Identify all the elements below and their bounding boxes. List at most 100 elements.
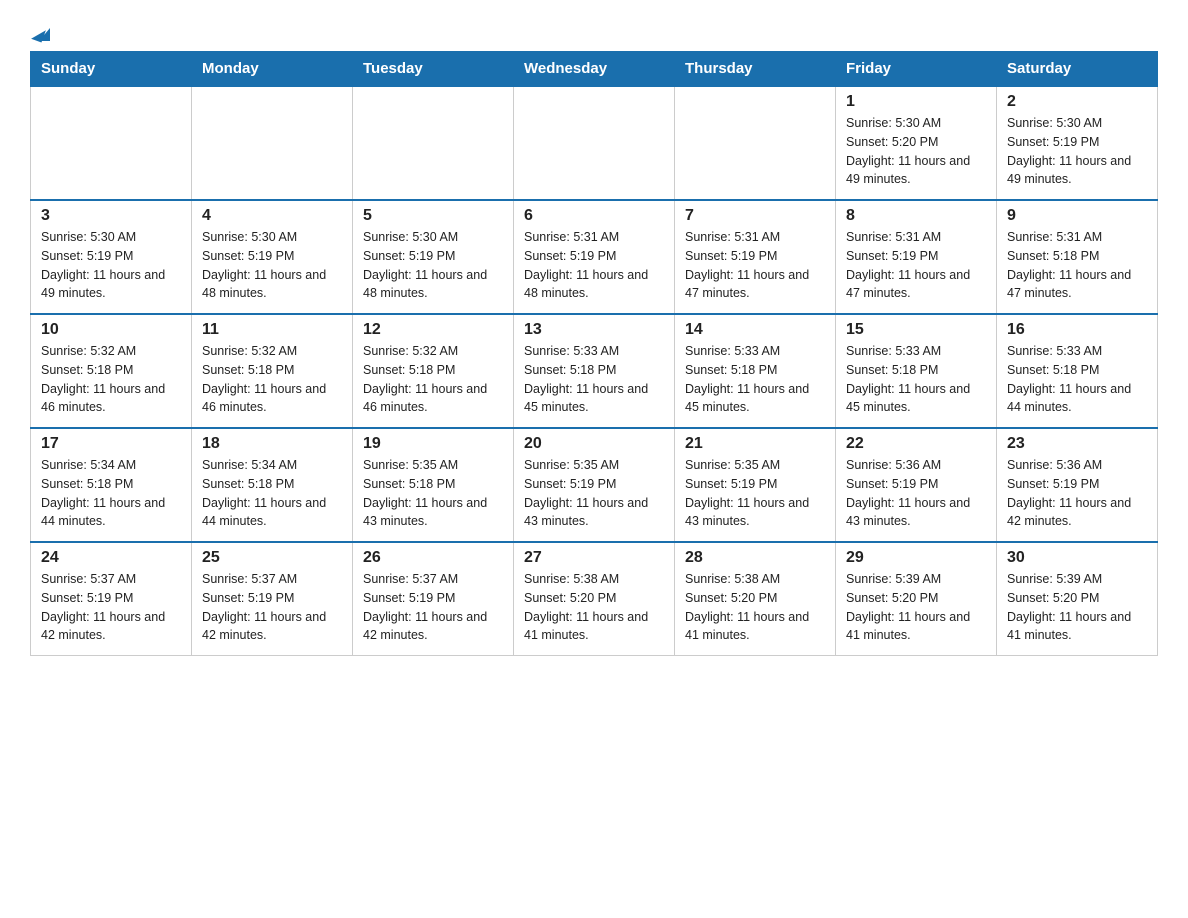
day-info: Sunrise: 5:31 AMSunset: 5:19 PMDaylight:… (685, 228, 825, 303)
col-header-tuesday: Tuesday (353, 52, 514, 87)
col-header-sunday: Sunday (31, 52, 192, 87)
calendar-cell: 20Sunrise: 5:35 AMSunset: 5:19 PMDayligh… (514, 428, 675, 542)
calendar-cell (31, 86, 192, 200)
day-number: 24 (41, 549, 181, 567)
calendar-cell: 15 Sunrise: 5:33 AMSunset: 5:18 PMDayligh… (836, 314, 997, 428)
calendar-week-row: 3 Sunrise: 5:30 AMSunset: 5:19 PMDaylight… (31, 200, 1158, 314)
day-info: Sunrise: 5:32 AMSunset: 5:18 PMDaylight:… (363, 342, 503, 417)
day-number: 22 (846, 435, 986, 453)
calendar-cell: 10 Sunrise: 5:32 AMSunset: 5:18 PMDayligh… (31, 314, 192, 428)
day-info: Sunrise: 5:37 AMSunset: 5:19 PMDaylight:… (41, 570, 181, 645)
day-number: 6 (524, 207, 664, 225)
day-info: Sunrise: 5:35 AMSunset: 5:19 PMDaylight:… (685, 456, 825, 531)
calendar-cell: 28 Sunrise: 5:38 AMSunset: 5:20 PMDayligh… (675, 542, 836, 656)
calendar-cell (192, 86, 353, 200)
day-number: 3 (41, 207, 181, 225)
calendar-week-row: 10 Sunrise: 5:32 AMSunset: 5:18 PMDayligh… (31, 314, 1158, 428)
calendar-cell: 27 Sunrise: 5:38 AMSunset: 5:20 PMDayligh… (514, 542, 675, 656)
calendar-cell: 26Sunrise: 5:37 AMSunset: 5:19 PMDayligh… (353, 542, 514, 656)
calendar-cell: 24 Sunrise: 5:37 AMSunset: 5:19 PMDayligh… (31, 542, 192, 656)
calendar-table: SundayMondayTuesdayWednesdayThursdayFrid… (30, 51, 1158, 656)
day-number: 15 (846, 321, 986, 339)
calendar-cell: 8 Sunrise: 5:31 AMSunset: 5:19 PMDaylight… (836, 200, 997, 314)
col-header-wednesday: Wednesday (514, 52, 675, 87)
calendar-cell: 5Sunrise: 5:30 AMSunset: 5:19 PMDaylight… (353, 200, 514, 314)
day-number: 1 (846, 93, 986, 111)
day-number: 17 (41, 435, 181, 453)
calendar-cell: 17 Sunrise: 5:34 AMSunset: 5:18 PMDayligh… (31, 428, 192, 542)
calendar-cell: 30 Sunrise: 5:39 AMSunset: 5:20 PMDayligh… (997, 542, 1158, 656)
day-number: 2 (1007, 93, 1147, 111)
col-header-friday: Friday (836, 52, 997, 87)
day-info: Sunrise: 5:34 AMSunset: 5:18 PMDaylight:… (41, 456, 181, 531)
calendar-cell: 25Sunrise: 5:37 AMSunset: 5:19 PMDayligh… (192, 542, 353, 656)
calendar-cell: 1 Sunrise: 5:30 AMSunset: 5:20 PMDaylight… (836, 86, 997, 200)
day-number: 28 (685, 549, 825, 567)
day-number: 21 (685, 435, 825, 453)
day-number: 7 (685, 207, 825, 225)
calendar-cell: 19Sunrise: 5:35 AMSunset: 5:18 PMDayligh… (353, 428, 514, 542)
day-info: Sunrise: 5:38 AMSunset: 5:20 PMDaylight:… (524, 570, 664, 645)
day-info: Sunrise: 5:33 AMSunset: 5:18 PMDaylight:… (524, 342, 664, 417)
day-number: 18 (202, 435, 342, 453)
calendar-cell: 2 Sunrise: 5:30 AMSunset: 5:19 PMDaylight… (997, 86, 1158, 200)
day-number: 8 (846, 207, 986, 225)
day-info: Sunrise: 5:36 AMSunset: 5:19 PMDaylight:… (846, 456, 986, 531)
calendar-week-row: 24 Sunrise: 5:37 AMSunset: 5:19 PMDayligh… (31, 542, 1158, 656)
day-info: Sunrise: 5:36 AMSunset: 5:19 PMDaylight:… (1007, 456, 1147, 531)
day-info: Sunrise: 5:37 AMSunset: 5:19 PMDaylight:… (363, 570, 503, 645)
calendar-cell: 23 Sunrise: 5:36 AMSunset: 5:19 PMDayligh… (997, 428, 1158, 542)
day-info: Sunrise: 5:38 AMSunset: 5:20 PMDaylight:… (685, 570, 825, 645)
calendar-cell (675, 86, 836, 200)
calendar-week-row: 17 Sunrise: 5:34 AMSunset: 5:18 PMDayligh… (31, 428, 1158, 542)
calendar-cell (514, 86, 675, 200)
day-info: Sunrise: 5:33 AMSunset: 5:18 PMDaylight:… (846, 342, 986, 417)
day-info: Sunrise: 5:31 AMSunset: 5:19 PMDaylight:… (524, 228, 664, 303)
day-number: 29 (846, 549, 986, 567)
day-info: Sunrise: 5:33 AMSunset: 5:18 PMDaylight:… (1007, 342, 1147, 417)
calendar-cell: 29 Sunrise: 5:39 AMSunset: 5:20 PMDayligh… (836, 542, 997, 656)
day-info: Sunrise: 5:30 AMSunset: 5:19 PMDaylight:… (363, 228, 503, 303)
day-info: Sunrise: 5:31 AMSunset: 5:19 PMDaylight:… (846, 228, 986, 303)
calendar-cell (353, 86, 514, 200)
calendar-cell: 14 Sunrise: 5:33 AMSunset: 5:18 PMDayligh… (675, 314, 836, 428)
calendar-cell: 18 Sunrise: 5:34 AMSunset: 5:18 PMDayligh… (192, 428, 353, 542)
col-header-monday: Monday (192, 52, 353, 87)
day-info: Sunrise: 5:39 AMSunset: 5:20 PMDaylight:… (1007, 570, 1147, 645)
calendar-cell: 9 Sunrise: 5:31 AMSunset: 5:18 PMDaylight… (997, 200, 1158, 314)
day-number: 30 (1007, 549, 1147, 567)
day-info: Sunrise: 5:30 AMSunset: 5:19 PMDaylight:… (1007, 114, 1147, 189)
day-number: 9 (1007, 207, 1147, 225)
day-info: Sunrise: 5:34 AMSunset: 5:18 PMDaylight:… (202, 456, 342, 531)
page-header (30, 20, 1158, 41)
calendar-cell: 11Sunrise: 5:32 AMSunset: 5:18 PMDayligh… (192, 314, 353, 428)
day-info: Sunrise: 5:33 AMSunset: 5:18 PMDaylight:… (685, 342, 825, 417)
day-number: 14 (685, 321, 825, 339)
calendar-cell: 3 Sunrise: 5:30 AMSunset: 5:19 PMDaylight… (31, 200, 192, 314)
col-header-thursday: Thursday (675, 52, 836, 87)
day-number: 27 (524, 549, 664, 567)
day-number: 10 (41, 321, 181, 339)
day-number: 16 (1007, 321, 1147, 339)
day-info: Sunrise: 5:31 AMSunset: 5:18 PMDaylight:… (1007, 228, 1147, 303)
day-info: Sunrise: 5:39 AMSunset: 5:20 PMDaylight:… (846, 570, 986, 645)
day-number: 13 (524, 321, 664, 339)
day-info: Sunrise: 5:35 AMSunset: 5:19 PMDaylight:… (524, 456, 664, 531)
day-number: 25 (202, 549, 342, 567)
day-number: 4 (202, 207, 342, 225)
day-info: Sunrise: 5:30 AMSunset: 5:19 PMDaylight:… (41, 228, 181, 303)
calendar-week-row: 1 Sunrise: 5:30 AMSunset: 5:20 PMDaylight… (31, 86, 1158, 200)
logo (30, 28, 50, 41)
calendar-cell: 21 Sunrise: 5:35 AMSunset: 5:19 PMDayligh… (675, 428, 836, 542)
calendar-header-row: SundayMondayTuesdayWednesdayThursdayFrid… (31, 52, 1158, 87)
day-info: Sunrise: 5:32 AMSunset: 5:18 PMDaylight:… (41, 342, 181, 417)
calendar-cell: 12 Sunrise: 5:32 AMSunset: 5:18 PMDayligh… (353, 314, 514, 428)
calendar-cell: 4 Sunrise: 5:30 AMSunset: 5:19 PMDaylight… (192, 200, 353, 314)
day-info: Sunrise: 5:30 AMSunset: 5:19 PMDaylight:… (202, 228, 342, 303)
calendar-cell: 6 Sunrise: 5:31 AMSunset: 5:19 PMDaylight… (514, 200, 675, 314)
day-info: Sunrise: 5:30 AMSunset: 5:20 PMDaylight:… (846, 114, 986, 189)
calendar-cell: 16 Sunrise: 5:33 AMSunset: 5:18 PMDayligh… (997, 314, 1158, 428)
day-number: 23 (1007, 435, 1147, 453)
day-number: 12 (363, 321, 503, 339)
calendar-cell: 13 Sunrise: 5:33 AMSunset: 5:18 PMDayligh… (514, 314, 675, 428)
